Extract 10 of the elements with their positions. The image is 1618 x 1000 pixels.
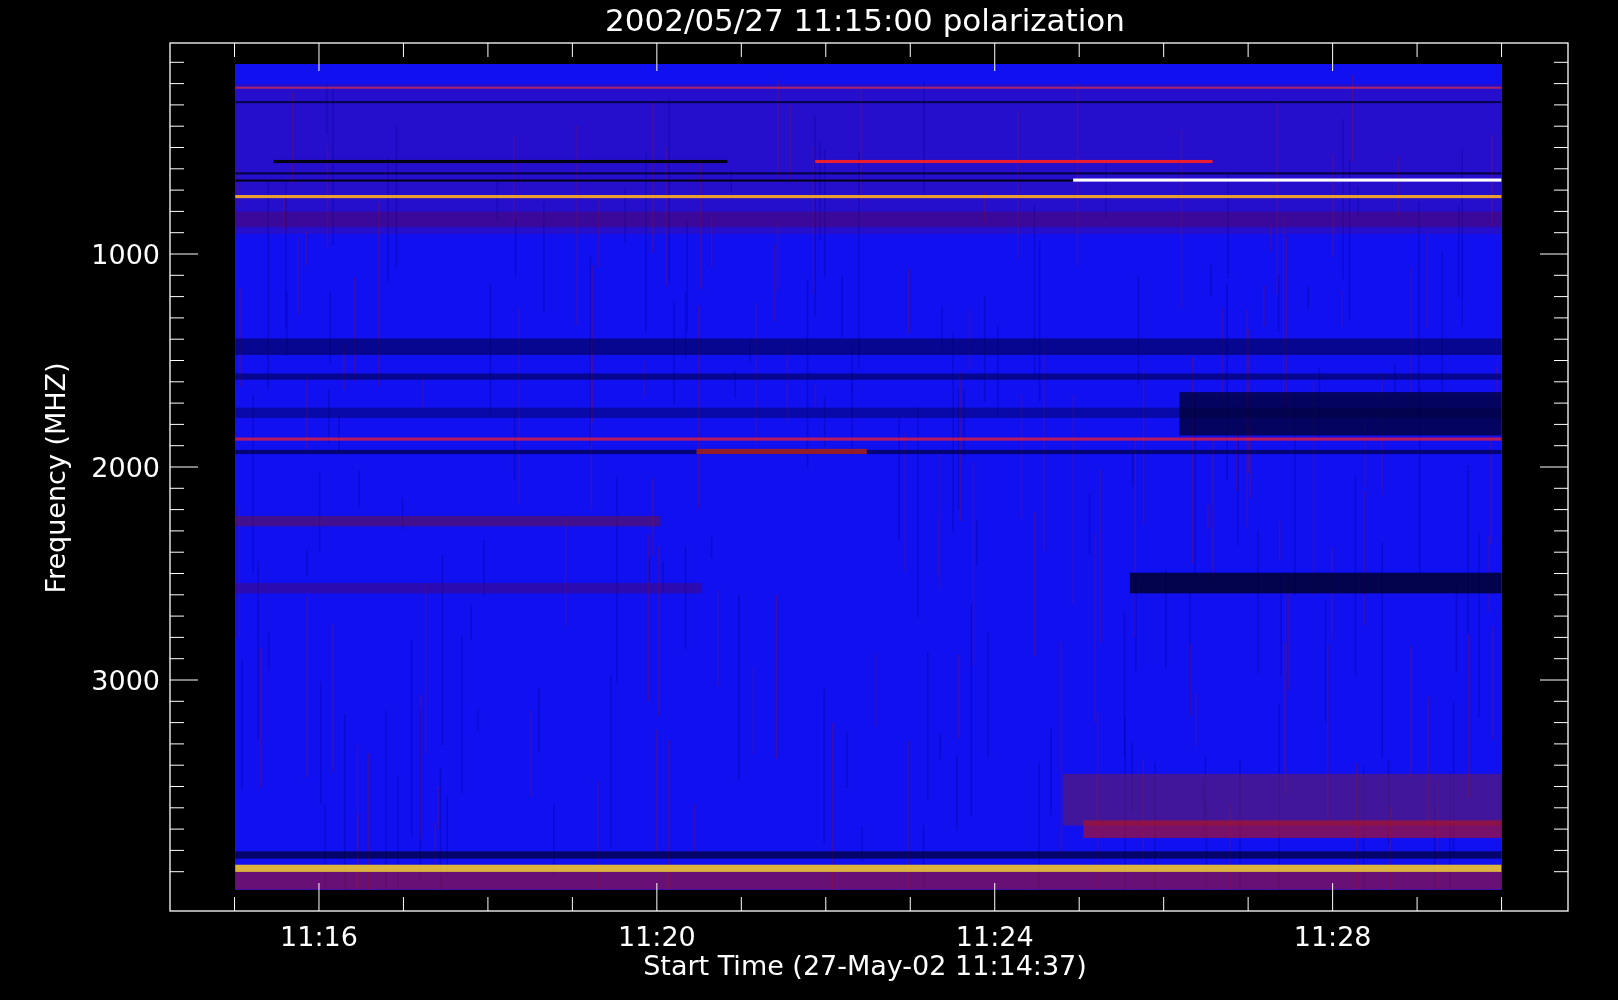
y-axis-label: Frequency (MHZ) — [40, 362, 71, 594]
y-tick-label: 2000 — [91, 452, 160, 483]
y-tick-label: 3000 — [91, 665, 160, 696]
x-axis-label: Start Time (27-May-02 11:14:37) — [643, 950, 1087, 981]
x-tick-label: 11:16 — [280, 921, 358, 952]
x-tick-label: 11:20 — [617, 921, 696, 952]
x-tick-label: 11:24 — [955, 921, 1034, 952]
y-tick-label: 1000 — [91, 239, 160, 270]
x-tick-label: 11:28 — [1293, 921, 1372, 952]
chart-title: 2002/05/27 11:15:00 polarization — [605, 2, 1125, 38]
